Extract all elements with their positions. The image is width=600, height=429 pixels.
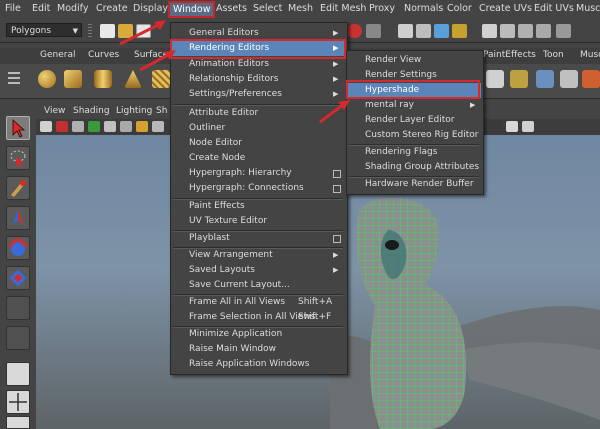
annotation-arrows (119, 20, 350, 124)
annotation-arrow-window (119, 22, 161, 46)
annotation-arrow-hypershade (319, 102, 345, 124)
annotation-arrow-rendering-editors (139, 52, 171, 72)
